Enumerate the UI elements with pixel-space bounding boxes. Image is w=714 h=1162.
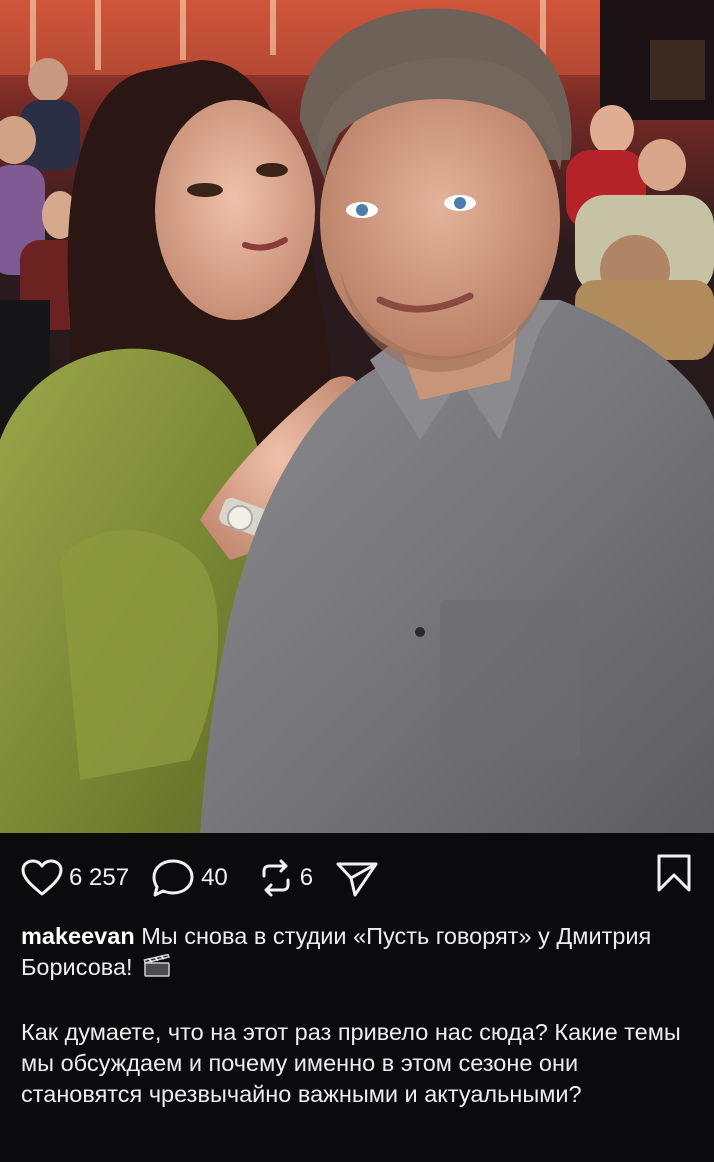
caption-second-paragraph: Как думаете, что на этот раз привело нас… — [21, 1019, 681, 1107]
post-caption: makeevan Мы снова в студии «Пусть говоря… — [21, 921, 697, 1110]
save-button[interactable] — [656, 853, 692, 893]
share-button[interactable] — [335, 858, 379, 898]
bookmark-icon — [657, 854, 691, 892]
post-photo[interactable] — [0, 0, 714, 833]
comment-bubble-icon — [152, 859, 194, 897]
like-button[interactable]: 6 257 — [21, 859, 129, 897]
clapper-board-icon — [143, 953, 171, 986]
post-actions-bar: 6 257 40 6 — [0, 833, 714, 923]
like-count: 6 257 — [69, 864, 130, 891]
selfie-photo — [0, 0, 714, 833]
username-link[interactable]: makeevan — [21, 923, 135, 949]
repost-count: 6 — [299, 864, 314, 891]
send-icon — [336, 862, 378, 897]
heart-outline-icon — [21, 859, 63, 896]
repost-icon — [262, 859, 290, 897]
caption-first-paragraph: makeevan Мы снова в студии «Пусть говоря… — [21, 921, 697, 986]
repost-button[interactable]: 6 — [258, 858, 313, 898]
comment-count: 40 — [201, 864, 228, 891]
comment-button[interactable]: 40 — [151, 858, 228, 898]
